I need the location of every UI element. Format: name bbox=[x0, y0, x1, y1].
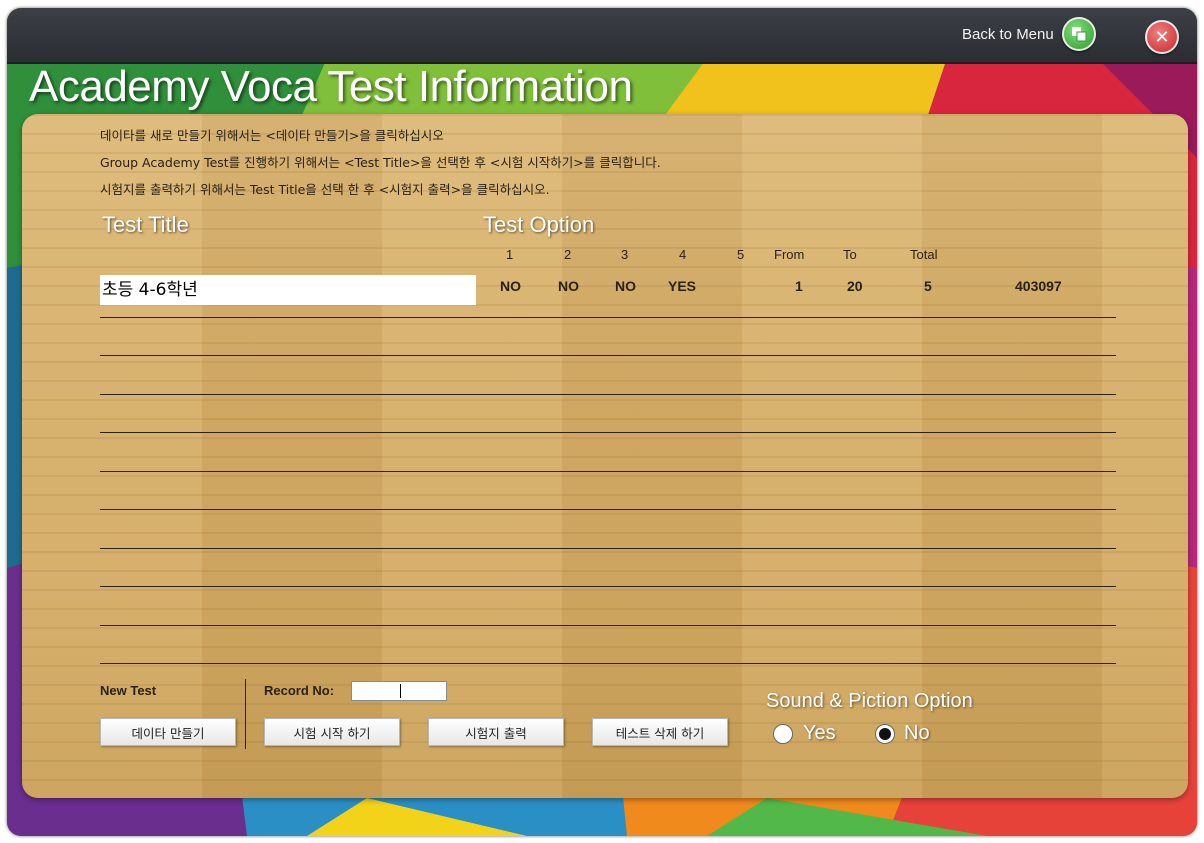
row-divider bbox=[100, 317, 1116, 318]
row-divider bbox=[100, 355, 1116, 356]
page-title: Academy Voca Test Information bbox=[29, 62, 633, 111]
column-header-4: 4 bbox=[679, 247, 687, 262]
column-header-1: 1 bbox=[506, 247, 514, 262]
new-test-label: New Test bbox=[100, 683, 157, 698]
row-divider bbox=[100, 548, 1116, 549]
app-window: Back to Menu ✕ Academy Voca Test Informa… bbox=[7, 8, 1197, 836]
record-cell: 403097 bbox=[1015, 278, 1062, 294]
column-header-from: From bbox=[774, 247, 805, 262]
row-divider bbox=[100, 471, 1116, 472]
option-cell-1: NO bbox=[500, 278, 521, 294]
sound-no-radio[interactable] bbox=[875, 724, 895, 744]
text-caret bbox=[400, 683, 401, 698]
option-cell-3: NO bbox=[615, 278, 636, 294]
row-divider bbox=[100, 509, 1116, 510]
wood-panel: 데이타를 새로 만들기 위해서는 <데이타 만들기>을 클릭하십시오 Group… bbox=[22, 114, 1188, 798]
to-cell: 20 bbox=[847, 278, 863, 294]
from-cell: 1 bbox=[795, 278, 803, 294]
total-cell: 5 bbox=[924, 278, 932, 294]
sound-option-label: Sound & Piction Option bbox=[766, 690, 973, 712]
start-test-button[interactable]: 시험 시작 하기 bbox=[264, 718, 400, 746]
back-to-menu-label: Back to Menu bbox=[962, 25, 1054, 43]
column-header-total: Total bbox=[910, 247, 938, 262]
make-data-button[interactable]: 데이타 만들기 bbox=[100, 718, 236, 746]
close-button[interactable]: ✕ bbox=[1145, 20, 1179, 54]
option-cell-4: YES bbox=[668, 278, 697, 294]
sound-yes-radio[interactable] bbox=[773, 724, 793, 744]
instruction-line: 데이타를 새로 만들기 위해서는 <데이타 만들기>을 클릭하십시오 bbox=[100, 128, 444, 143]
column-header-2: 2 bbox=[564, 247, 572, 262]
row-divider bbox=[100, 663, 1116, 664]
instruction-line: 시험지를 출력하기 위해서는 Test Title을 선택 한 후 <시험지 출… bbox=[100, 182, 550, 197]
record-no-input[interactable] bbox=[351, 681, 447, 701]
row-divider bbox=[100, 394, 1116, 395]
instruction-line: Group Academy Test를 진행하기 위해서는 <Test Titl… bbox=[100, 155, 661, 170]
title-bar: Back to Menu ✕ bbox=[7, 8, 1197, 64]
back-to-menu-button[interactable]: Back to Menu bbox=[962, 17, 1096, 51]
test-title-cell[interactable]: 초등 4-6학년 bbox=[100, 275, 476, 305]
delete-test-button[interactable]: 테스트 삭제 하기 bbox=[592, 718, 728, 746]
windows-stack-icon bbox=[1061, 17, 1096, 51]
option-cell-2: NO bbox=[558, 278, 579, 294]
sound-yes-label: Yes bbox=[803, 722, 836, 744]
column-header-3: 3 bbox=[621, 247, 629, 262]
column-header-5: 5 bbox=[737, 247, 745, 262]
record-no-label: Record No: bbox=[264, 683, 335, 698]
test-title-header: Test Title bbox=[102, 212, 189, 237]
print-test-button[interactable]: 시험지 출력 bbox=[428, 718, 564, 746]
row-divider bbox=[100, 432, 1116, 433]
row-divider bbox=[100, 586, 1116, 587]
column-header-to: To bbox=[843, 247, 857, 262]
close-icon: ✕ bbox=[1154, 26, 1170, 48]
vertical-divider bbox=[245, 679, 246, 749]
test-option-header: Test Option bbox=[483, 212, 595, 237]
row-divider bbox=[100, 625, 1116, 626]
sound-no-label: No bbox=[904, 722, 930, 744]
